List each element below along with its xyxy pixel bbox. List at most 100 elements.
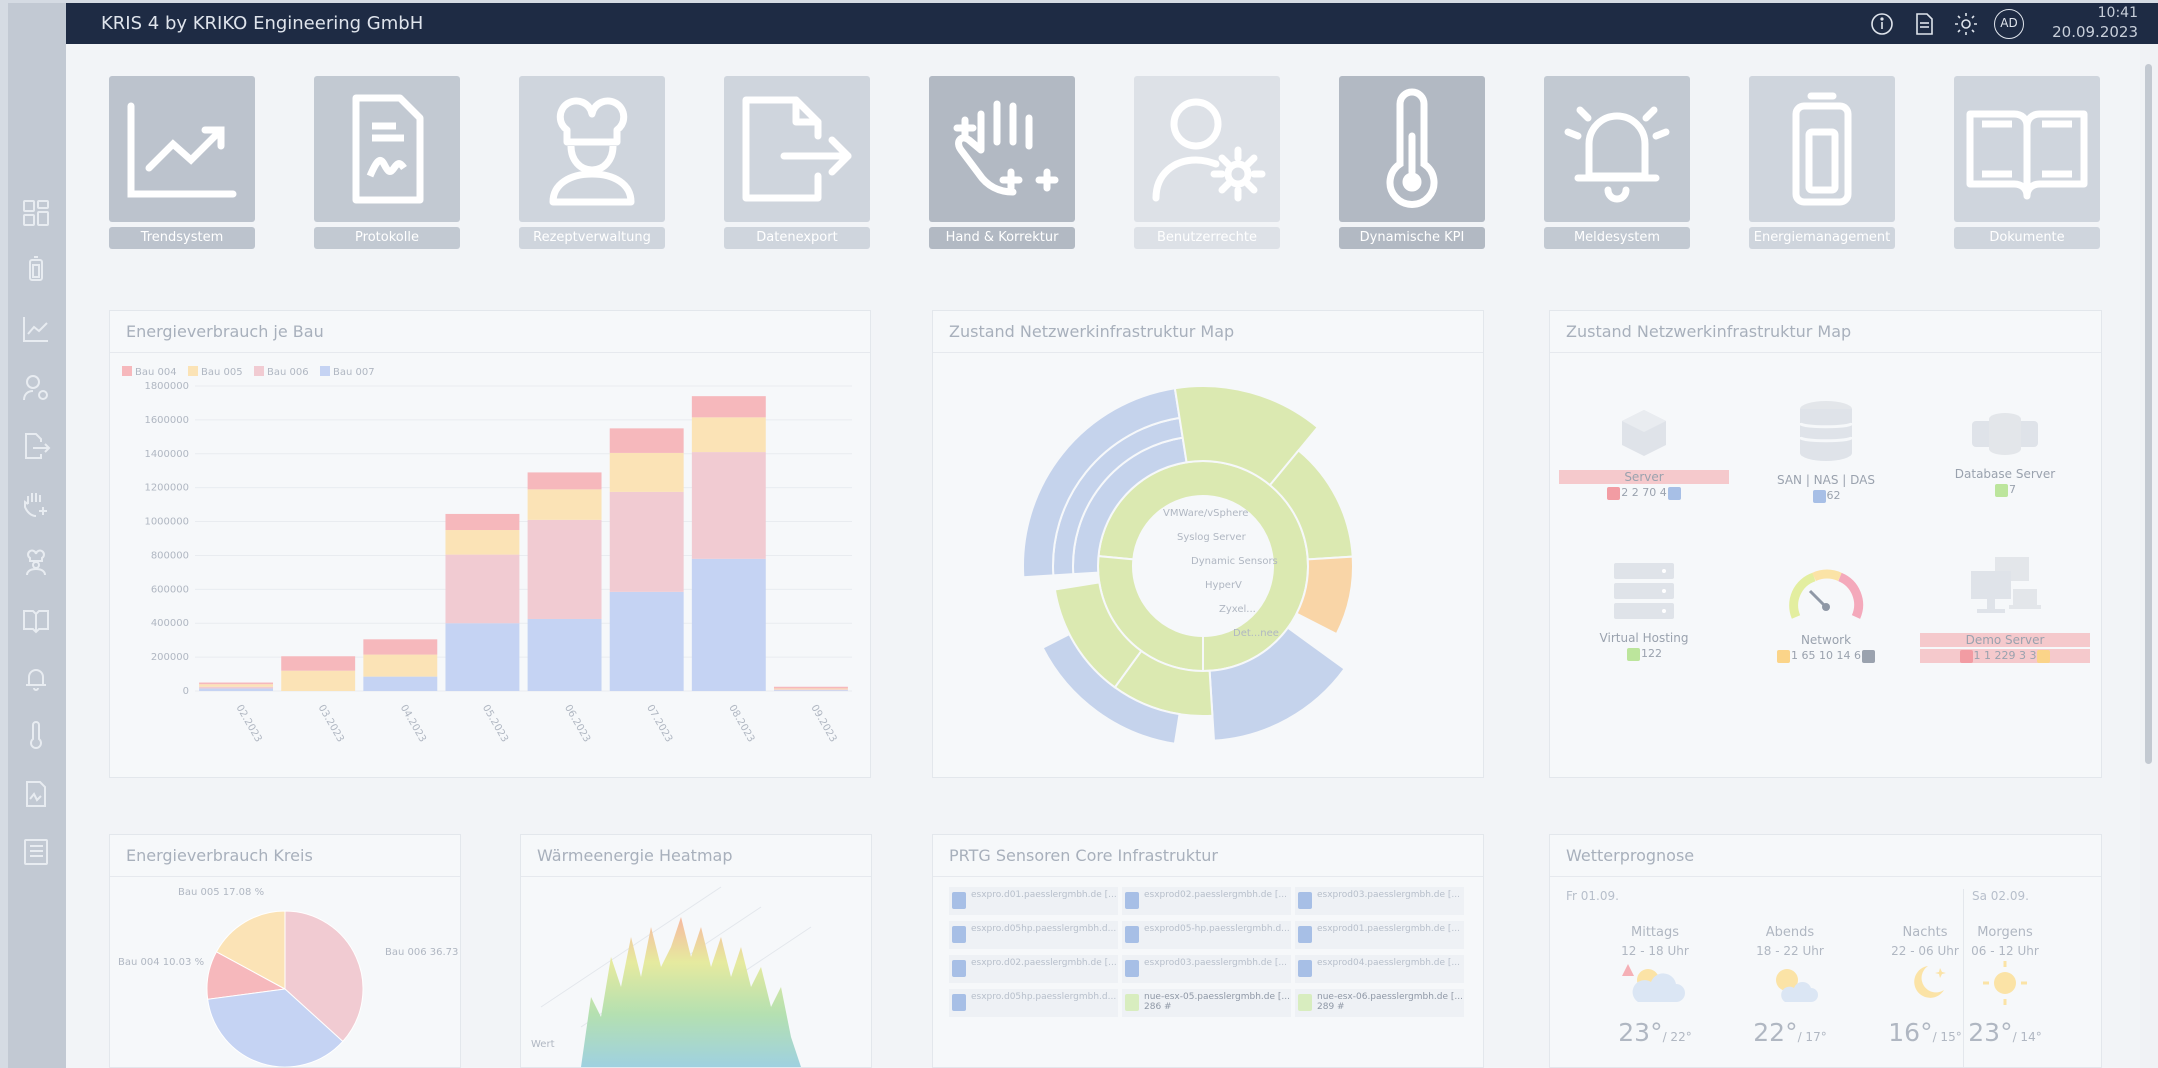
net-item-demo-server[interactable]: Demo Server 1 1 229 3 3: [1920, 555, 2090, 663]
gear-icon[interactable]: [1953, 11, 1979, 37]
x-tick-label: 06.2023: [562, 703, 592, 744]
pie-label: Bau 004 10.03 %: [118, 957, 204, 968]
bell-icon[interactable]: [21, 663, 51, 693]
tile-dokumente[interactable]: Dokumente: [1954, 76, 2100, 250]
book-icon: [1954, 76, 2100, 222]
tile-protokolle[interactable]: Protokolle: [314, 76, 460, 250]
battery-icon[interactable]: [21, 254, 51, 284]
thermometer-icon[interactable]: [21, 721, 51, 751]
legend-swatch: [188, 366, 198, 376]
tile-trendsystem[interactable]: Trendsystem: [109, 76, 255, 250]
x-tick-label: 03.2023: [316, 703, 346, 744]
sensor-chip[interactable]: esxprod03.paesslergmbh.de [...: [1295, 887, 1464, 915]
bar-segment: [445, 623, 520, 691]
sensor-chip[interactable]: nue-esx-05.paesslergmbh.de [... 286 #: [1122, 989, 1291, 1017]
thermometer-icon: [1339, 76, 1485, 222]
sensor-chip[interactable]: esxprod04.paesslergmbh.de [...: [1295, 955, 1464, 983]
bar-segment: [363, 654, 438, 677]
legend-swatch: [320, 366, 330, 376]
tile-hand-korrektur[interactable]: Hand & Korrektur: [929, 76, 1075, 250]
cube-icon: [1622, 410, 1666, 456]
sunburst-label: Syslog Server: [1177, 532, 1247, 543]
net-item-virtual-hosting[interactable]: Virtual Hosting 122: [1559, 561, 1729, 661]
sunburst-label: VMWare/vSphere: [1163, 508, 1248, 519]
tile-benutzerrechte[interactable]: Benutzerrechte: [1134, 76, 1280, 250]
sun-icon: [1983, 961, 2027, 1005]
bar-segment: [363, 639, 438, 655]
y-tick-label: 800000: [151, 550, 189, 561]
dashboard-grid-icon[interactable]: [21, 198, 51, 228]
trend-chart-icon[interactable]: [21, 314, 51, 344]
clock-time: 10:41: [2097, 5, 2138, 21]
bar-segment: [281, 656, 356, 671]
tile-meldesystem[interactable]: Meldesystem: [1544, 76, 1690, 250]
sensor-chip[interactable]: nue-esx-06.paesslergmbh.de [... 289 #: [1295, 989, 1464, 1017]
sensor-chip[interactable]: esxprod01.paesslergmbh.de [...: [1295, 921, 1464, 949]
heatmap-3d-plot: Wert: [531, 886, 812, 1067]
pie-chart-card: Energieverbrauch Kreis Bau 005 17.08 % Ba…: [109, 834, 461, 1068]
y-tick-label: 1000000: [144, 517, 189, 528]
network-map-card: Zustand Netzwerkinfrastruktur Map VMWare…: [932, 310, 1484, 778]
document-icon[interactable]: [1911, 11, 1937, 37]
legend-label: Bau 005: [201, 367, 243, 378]
bar-segment: [445, 513, 520, 531]
sunburst-label: Zyxel...: [1219, 604, 1256, 615]
weather-morgens: Morgens 06 - 12 Uhr 23°/ 14°: [1968, 925, 2042, 1047]
computers-icon: [1971, 557, 2041, 613]
vertical-scrollbar[interactable]: [2140, 44, 2158, 1068]
tile-energiemanagement[interactable]: Energiemanagement: [1749, 76, 1895, 250]
sensor-chip[interactable]: esxpro.d05hp.paesslergmbh.d...: [949, 989, 1118, 1017]
tile-dynamische-kpi[interactable]: Dynamische KPI: [1339, 76, 1485, 250]
legend-swatch: [254, 366, 264, 376]
sensor-chip[interactable]: esxprod05-hp.paesslergmbh.d...: [1122, 921, 1291, 949]
scroll-thumb[interactable]: [2145, 64, 2152, 764]
bar-segment: [773, 690, 848, 691]
bar-segment: [773, 688, 848, 690]
file-export-icon[interactable]: [21, 431, 51, 461]
net-item-server[interactable]: Server 2 2 70 4: [1559, 406, 1729, 500]
book-icon[interactable]: [21, 605, 51, 635]
info-icon[interactable]: [1869, 11, 1895, 37]
pie-chart: Bau 005 17.08 % Bau 004 10.03 % Bau 006 36…: [118, 887, 460, 1067]
bar-segment: [199, 688, 274, 691]
sensor-chip[interactable]: esxpro.d02.paesslergmbh.de [...: [949, 955, 1118, 983]
sensor-chip[interactable]: esxprod03.paesslergmbh.de [...: [1122, 955, 1291, 983]
net-item-database-server[interactable]: Database Server 7: [1920, 411, 2090, 497]
bar-segment: [445, 530, 520, 555]
sun-cloud-icon: [1776, 969, 1818, 1002]
hand-plus-icon[interactable]: [21, 489, 51, 519]
net-item-storage[interactable]: SAN | NAS | DAS 62: [1741, 399, 1911, 503]
x-tick-label: 08.2023: [726, 703, 756, 744]
tile-rezeptverwaltung[interactable]: Rezeptverwaltung: [519, 76, 665, 250]
app-title: KRIS 4 by KRIKO Engineering GmbH: [101, 13, 424, 34]
sensor-chip[interactable]: esxpro.d01.paesslergmbh.de [...: [949, 887, 1118, 915]
avatar[interactable]: AD: [1994, 9, 2024, 39]
tile-datenexport[interactable]: Datenexport: [724, 76, 870, 250]
y-tick-label: 0: [183, 686, 189, 697]
net-item-network[interactable]: Network 1 65 10 14 6: [1741, 561, 1911, 663]
gauge-icon: [1789, 569, 1864, 619]
bar-segment: [691, 417, 766, 453]
sunburst-label: HyperV: [1205, 580, 1242, 591]
card-title: Wärmeenergie Heatmap: [537, 846, 733, 865]
main-content: Trendsystem Protokolle Rezeptverwaltung …: [66, 44, 2140, 1068]
bar-segment: [445, 554, 520, 624]
x-tick-label: 09.2023: [808, 703, 838, 744]
protocol-document-icon[interactable]: [21, 779, 51, 809]
bar-segment: [609, 428, 684, 453]
y-tick-label: 400000: [151, 618, 189, 629]
y-tick-label: 200000: [151, 652, 189, 663]
user-settings-icon[interactable]: [21, 373, 51, 403]
chef-icon[interactable]: [21, 547, 51, 577]
bar-segment: [773, 686, 848, 689]
database-icon: [1798, 401, 1854, 461]
hand-plus-icon: [929, 76, 1075, 222]
sensor-chip[interactable]: esxpro.d05hp.paesslergmbh.d...: [949, 921, 1118, 949]
card-title: Zustand Netzwerkinfrastruktur Map: [1566, 322, 1852, 341]
y-tick-label: 1200000: [144, 483, 189, 494]
bar-segment: [199, 684, 274, 687]
bar-segment: [527, 489, 602, 520]
bar-segment: [691, 396, 766, 418]
sensor-chip[interactable]: esxprod02.paesslergmbh.de [...: [1122, 887, 1291, 915]
list-book-icon[interactable]: [21, 837, 51, 867]
